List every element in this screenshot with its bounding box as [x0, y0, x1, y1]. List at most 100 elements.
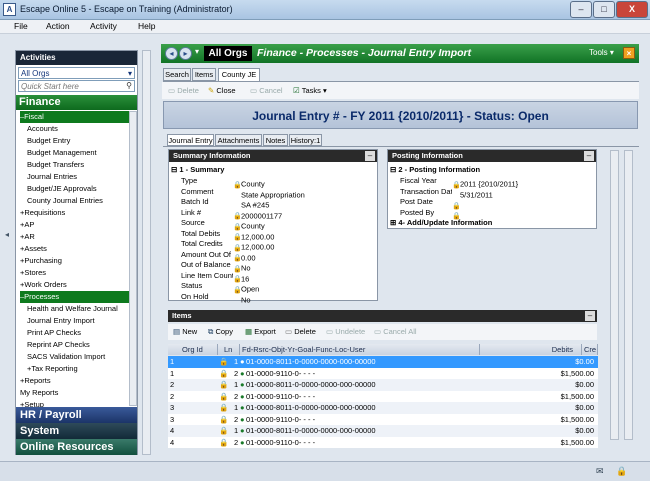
nav-work-orders[interactable]: +Work Orders	[20, 279, 141, 291]
message-icon[interactable]: ✉	[596, 466, 604, 477]
tools-menu[interactable]: Tools ▾	[589, 48, 614, 57]
tasks-button[interactable]: ☑ Tasks ▾	[293, 85, 327, 97]
search-icon: ⚲	[126, 81, 132, 90]
close-button[interactable]: ✎ Close	[208, 85, 236, 97]
undelete-button[interactable]: ▭ Undelete	[326, 326, 365, 338]
page-scrollbar[interactable]	[624, 150, 633, 440]
table-row[interactable]: 4 🔒 2 ● 01-0000-9110-0- - - - $1,500.00	[168, 436, 598, 448]
posting-row: Posted By 🔒	[400, 208, 518, 221]
online-resources-section[interactable]: Online Resources	[16, 439, 137, 455]
sidebar: Activities All Orgs ▾ Quick Start here ⚲ F…	[15, 50, 138, 455]
delete-item-button[interactable]: ▭ Delete	[285, 326, 316, 338]
status-bar: ✉ 🔒	[0, 461, 650, 481]
close-window-button[interactable]: X	[616, 1, 648, 18]
table-row[interactable]: 3 🔒 2 ● 01-0000-9110-0- - - - $1,500.00	[168, 413, 598, 425]
history-dropdown-icon[interactable]: ▾	[195, 47, 199, 56]
subtab-history[interactable]: History:1	[289, 134, 322, 146]
tab-search[interactable]: Search	[163, 68, 191, 81]
collapse-icon[interactable]: –	[585, 311, 595, 321]
table-row[interactable]: 3 🔒 1 ● 01-0000-8011-0-0000-0000-000-00000 $0…	[168, 402, 598, 414]
menu-activity[interactable]: Activity	[90, 21, 117, 31]
field-label: Fiscal Year	[400, 176, 437, 185]
nav-stores[interactable]: +Stores	[20, 267, 141, 279]
breadcrumb: Finance - Processes - Journal Entry Impo…	[257, 47, 472, 59]
content-scrollbar[interactable]	[610, 150, 619, 440]
subtab-attachments[interactable]: Attachments	[215, 134, 262, 146]
sidebar-scrollbar[interactable]	[129, 111, 137, 406]
delete-button[interactable]: ▭ Delete	[168, 85, 199, 97]
collapse-icon[interactable]: –	[365, 151, 375, 161]
posting-title: Posting Information	[388, 150, 596, 162]
summary-row: On Hold No	[181, 292, 305, 305]
cell-debit: $0.00	[575, 380, 594, 389]
table-row[interactable]: 4 🔒 1 ● 01-0000-8011-0-0000-0000-000-00000 $0…	[168, 425, 598, 437]
finance-section[interactable]: Finance	[16, 95, 137, 110]
subtab-notes[interactable]: Notes	[263, 134, 288, 146]
col-org-id[interactable]: Org Id	[168, 344, 218, 355]
lock-status-icon[interactable]: 🔒	[616, 466, 627, 477]
nav-ar[interactable]: +AR	[20, 231, 141, 243]
nav-processes[interactable]: –Processes	[20, 291, 130, 303]
summary-row: Amount Out Of Bal🔒0.00	[181, 250, 305, 263]
lock-icon: 🔒	[219, 391, 229, 401]
col-debits[interactable]: Debits	[480, 344, 582, 355]
menu-bar: File Action Activity Help	[0, 20, 650, 34]
minimize-button[interactable]: –	[570, 1, 592, 18]
forward-icon[interactable]: ▸	[179, 47, 192, 60]
collapse-icon[interactable]: –	[584, 151, 594, 161]
summary-group-label: 1 - Summary	[179, 165, 225, 174]
add-update-group[interactable]: ⊞ 4- Add/Update Information	[390, 218, 492, 229]
menu-help[interactable]: Help	[138, 21, 155, 31]
menu-action[interactable]: Action	[46, 21, 70, 31]
close-tab-icon[interactable]: ×	[623, 47, 635, 59]
lock-icon: 🔒	[219, 414, 229, 424]
quick-start-input[interactable]: Quick Start here ⚲	[18, 80, 135, 92]
col-account[interactable]: Fd-Rsrc-Objt-Yr-Goal-Func-Loc-User	[240, 344, 480, 355]
summary-panel: Summary Information – ⊟ 1 - Summary Type…	[168, 149, 378, 305]
new-button[interactable]: ▤ New	[173, 326, 197, 338]
copy-button[interactable]: ⧉ Copy	[208, 326, 233, 338]
cell-ln: 1	[234, 380, 239, 389]
table-row[interactable]: 1 🔒 2 ● 01-0000-9110-0- - - - $1,500.00	[168, 367, 598, 379]
maximize-button[interactable]: □	[593, 1, 615, 18]
summary-group[interactable]: ⊟ 1 - Summary	[171, 165, 224, 176]
main-divider-scrollbar[interactable]	[142, 50, 151, 455]
col-ln[interactable]: Ln	[218, 344, 240, 355]
nav-my-reports[interactable]: My Reports	[20, 387, 141, 399]
sidebar-collapse-handle[interactable]: ◂	[5, 230, 11, 250]
status-icon: ●	[240, 414, 245, 424]
table-row[interactable]: 1 🔒 1 ● 01-0000-8011-0-0000-0000-000-00000 $0…	[168, 356, 598, 368]
quick-start-placeholder: Quick Start here	[21, 82, 79, 91]
summary-row: Type 🔒County	[181, 176, 305, 189]
tab-items[interactable]: Items	[192, 68, 216, 81]
status-icon: ●	[240, 437, 245, 447]
hr-payroll-section[interactable]: HR / Payroll	[16, 407, 137, 423]
system-section[interactable]: System	[16, 423, 137, 439]
menu-file[interactable]: File	[14, 21, 28, 31]
export-label: Export	[254, 327, 276, 336]
export-button[interactable]: ▦ Export	[245, 326, 276, 338]
nav-purchasing[interactable]: +Purchasing	[20, 255, 141, 267]
nav-reports[interactable]: +Reports	[20, 375, 141, 387]
tab-county-je[interactable]: County JE	[218, 68, 260, 82]
cancel-all-button[interactable]: ▭ Cancel All	[374, 326, 417, 338]
cell-ln: 2	[234, 437, 239, 447]
posting-group[interactable]: ⊟ 2 - Posting Information	[390, 165, 480, 176]
org-badge[interactable]: All Orgs	[204, 46, 252, 61]
summary-row: Link # 🔒2000001177	[181, 208, 305, 221]
nav-assets[interactable]: +Assets	[20, 243, 141, 255]
nav-ap[interactable]: +AP	[20, 219, 141, 231]
subtab-journal-entry[interactable]: Journal Entry	[167, 134, 214, 146]
field-label: Type	[181, 176, 198, 185]
nav-fiscal[interactable]: –Fiscal	[20, 111, 130, 123]
nav-requisitions[interactable]: +Requisitions	[20, 207, 141, 219]
table-row[interactable]: 2 🔒 2 ● 01-0000-9110-0- - - - $1,500.00	[168, 390, 598, 402]
col-credits[interactable]: Cre	[582, 344, 598, 355]
status-icon: ●	[240, 357, 245, 366]
cancel-button[interactable]: ▭ Cancel	[250, 85, 283, 97]
table-row[interactable]: 2 🔒 1 ● 01-0000-8011-0-0000-0000-000-00000 $0…	[168, 379, 598, 391]
summary-row: Line Item Count🔒16	[181, 271, 305, 284]
org-select[interactable]: All Orgs ▾	[18, 67, 135, 79]
back-icon[interactable]: ◂	[165, 47, 178, 60]
cell-debit: $1,500.00	[560, 414, 594, 424]
